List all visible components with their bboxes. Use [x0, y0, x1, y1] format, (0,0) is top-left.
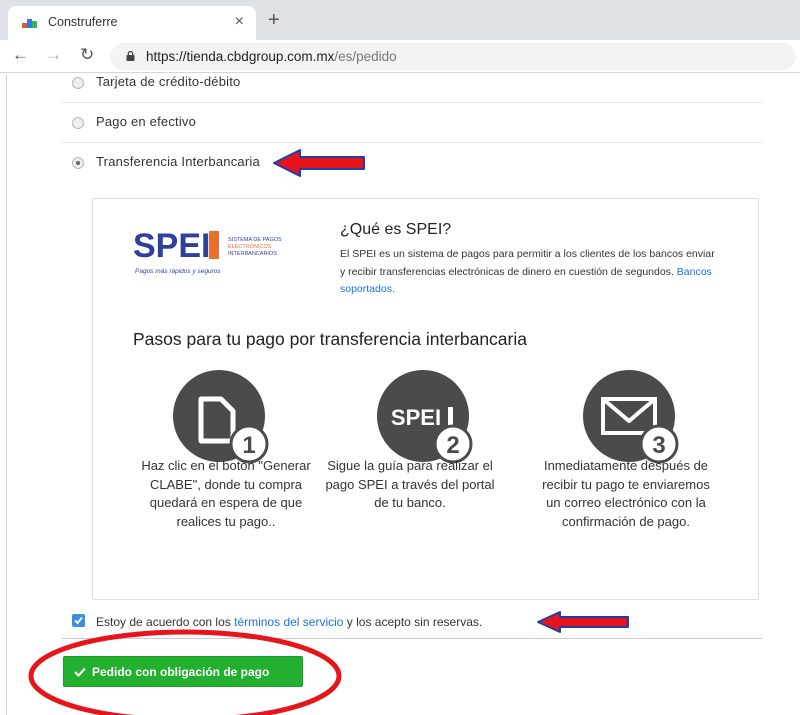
- spei-logo-text: SPEI: [133, 227, 210, 265]
- spei-logo: SPEI SISTEMA DE PAGOS ELECTRÓNICOS INTER…: [133, 227, 282, 275]
- steps-title: Pasos para tu pago por transferencia int…: [133, 329, 527, 349]
- step-2-icon-label: SPEI: [391, 405, 441, 430]
- tab-title: Construferre: [48, 15, 118, 29]
- radio-card[interactable]: [72, 77, 84, 89]
- spei-logo-tagline: Pagos más rápidos y seguros: [135, 268, 221, 275]
- browser-tab[interactable]: Construferre ×: [8, 6, 256, 40]
- annotation-arrow-terms: [537, 611, 629, 633]
- envelope-icon: 3: [583, 370, 679, 464]
- url-text: https://tienda.cbdgroup.com.mx/es/pedido: [146, 49, 397, 64]
- payment-option-cash[interactable]: Pago en efectivo: [62, 103, 762, 143]
- annotation-ellipse: [28, 629, 342, 715]
- page-border: [6, 74, 7, 715]
- spei-description-text: El SPEI es un sistema de pagos para perm…: [340, 248, 715, 278]
- annotation-arrow-transfer: [273, 149, 365, 177]
- reload-icon[interactable]: ↻: [80, 45, 94, 65]
- url-path: /es/pedido: [334, 49, 397, 64]
- new-tab-button[interactable]: +: [268, 9, 280, 32]
- step-number-2: 2: [446, 432, 459, 459]
- lock-icon: [126, 51, 135, 61]
- step-text-2: Sigue la guía para realizar el pago SPEI…: [325, 458, 495, 510]
- option-label-cash: Pago en efectivo: [96, 114, 197, 129]
- forward-arrow-icon[interactable]: →: [45, 45, 62, 65]
- spei-icon: SPEI 2: [377, 370, 473, 464]
- payment-option-card[interactable]: Tarjeta de crédito-débito: [62, 63, 762, 103]
- payment-option-transfer[interactable]: Transferencia Interbancaria: [62, 143, 762, 183]
- radio-cash[interactable]: [72, 117, 84, 129]
- step-text-3: Inmediatamente después de recibir tu pag…: [542, 458, 710, 529]
- document-icon: 1: [173, 370, 269, 464]
- spei-logo-sub-2: ELECTRÓNICOS: [228, 243, 272, 250]
- url-host: https://tienda.cbdgroup.com.mx: [146, 49, 335, 64]
- site-favicon-icon: [22, 19, 38, 28]
- radio-transfer[interactable]: [72, 157, 84, 169]
- checkout-page: Tarjeta de crédito-débito Pago en efecti…: [0, 74, 800, 715]
- terms-suffix: y los acepto sin reservas.: [343, 615, 483, 629]
- spei-logo-sub-3: INTERBANCARIOS: [228, 251, 277, 257]
- option-label-transfer: Transferencia Interbancaria: [96, 154, 260, 169]
- browser-tab-bar: Construferre × +: [0, 0, 800, 40]
- step-number-3: 3: [652, 432, 665, 459]
- spei-info-panel: SPEI SISTEMA DE PAGOS ELECTRÓNICOS INTER…: [92, 198, 759, 600]
- spei-logo-sub-1: SISTEMA DE PAGOS: [228, 237, 282, 243]
- close-tab-icon[interactable]: ×: [235, 13, 244, 31]
- step-number-1: 1: [242, 432, 255, 459]
- step-text-1: Haz clic en el botón "Generar CLABE", do…: [141, 458, 311, 529]
- back-arrow-icon[interactable]: ←: [12, 45, 29, 65]
- spei-description: El SPEI es un sistema de pagos para perm…: [340, 246, 720, 299]
- option-label-card: Tarjeta de crédito-débito: [96, 74, 241, 89]
- spei-title: ¿Qué es SPEI?: [340, 221, 452, 238]
